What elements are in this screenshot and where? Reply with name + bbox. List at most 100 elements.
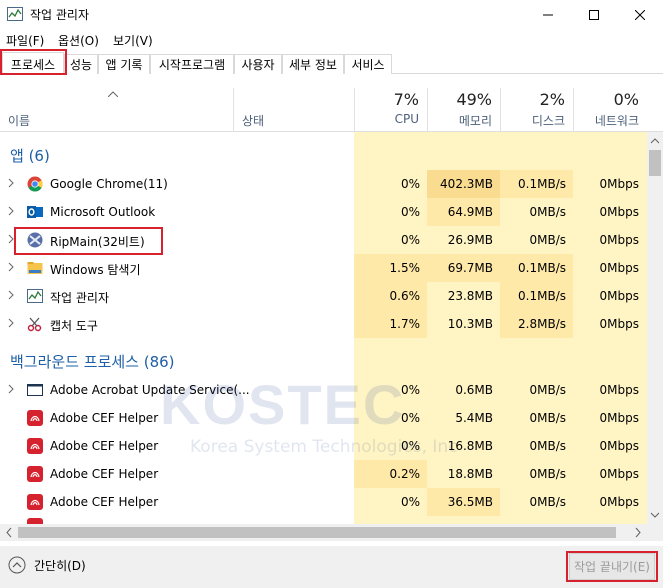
minimize-button[interactable]: [525, 0, 571, 30]
column-header: 이름 상태 7% CPU 49% 메모리 2% 디스크 0% 네트워크: [0, 88, 663, 132]
memory-value: 23.8MB: [447, 289, 493, 303]
disk-value: 0MB/s: [529, 439, 566, 453]
close-button[interactable]: [617, 0, 663, 30]
chevron-up-icon[interactable]: [108, 91, 118, 97]
network-value: 0Mbps: [599, 411, 639, 425]
task-manager-icon: [7, 7, 23, 21]
network-value: 0Mbps: [599, 289, 639, 303]
network-value: 0Mbps: [599, 205, 639, 219]
tab-details[interactable]: 세부 정보: [282, 54, 344, 74]
minimize-icon: [543, 14, 553, 16]
process-name: Microsoft Outlook: [50, 205, 156, 219]
chevron-right-icon[interactable]: [7, 205, 15, 217]
cpu-value: 0%: [400, 383, 420, 397]
process-name: Windows 탐색기: [50, 263, 141, 277]
chevron-right-icon[interactable]: [7, 317, 15, 329]
cpu-value: 0.2%: [389, 467, 421, 481]
snipping-tool-icon: [27, 317, 42, 332]
group-background: 백그라운드 프로세스 (86): [10, 353, 175, 371]
chevron-right-icon[interactable]: [7, 261, 15, 273]
chevron-right-icon[interactable]: [7, 289, 15, 301]
process-name: Adobe CEF Helper: [50, 439, 159, 453]
adobe-cef-icon: [27, 494, 43, 510]
vertical-scrollbar[interactable]: [647, 132, 663, 524]
process-name: Adobe CEF Helper: [50, 495, 159, 509]
horizontal-scrollbar[interactable]: [0, 524, 647, 541]
highlight-end-task: [566, 551, 658, 582]
table-row[interactable]: Adobe CEF Helper 0.2% 18.8MB 0MB/s 0Mbps: [0, 460, 647, 488]
disk-value: 0MB/s: [529, 383, 566, 397]
memory-value: 18.8MB: [447, 467, 493, 481]
cpu-value: 0%: [400, 411, 420, 425]
process-name: Google Chrome(11): [50, 177, 168, 191]
disk-value: 0MB/s: [529, 411, 566, 425]
tab-app-history[interactable]: 앱 기록: [98, 54, 150, 74]
table-row[interactable]: Adobe CEF Helper 0% 36.5MB 0MB/s 0Mbps: [0, 488, 647, 516]
memory-value: 64.9MB: [447, 205, 493, 219]
column-disk: 디스크: [531, 114, 565, 128]
column-disk-header[interactable]: 2% 디스크: [500, 88, 573, 132]
scroll-down-icon[interactable]: [647, 508, 663, 522]
window-title: 작업 관리자: [30, 8, 90, 22]
group-apps: 앱 (6): [10, 147, 50, 165]
cpu-value: 0.6%: [389, 289, 421, 303]
vertical-scroll-thumb[interactable]: [649, 150, 661, 176]
table-row[interactable]: Microsoft Outlook 0% 64.9MB 0MB/s 0Mbps: [0, 198, 647, 226]
fewer-details-button[interactable]: 간단히(D): [8, 556, 86, 574]
table-row[interactable]: 작업 관리자 0.6% 23.8MB 0.1MB/s 0Mbps: [0, 282, 647, 310]
maximize-button[interactable]: [571, 0, 617, 30]
column-name[interactable]: 이름: [8, 112, 30, 129]
menu-view[interactable]: 보기(V): [113, 32, 153, 49]
cpu-total: 7%: [393, 90, 419, 109]
table-row[interactable]: Google Chrome(11) 0% 402.3MB 0.1MB/s 0Mbps: [0, 170, 647, 198]
chevron-right-icon[interactable]: [7, 177, 15, 189]
highlight-processes-tab: [0, 49, 67, 75]
memory-value: 36.5MB: [447, 495, 493, 509]
bottom-bar: 간단히(D) 작업 끝내기(E): [0, 546, 663, 588]
tab-users[interactable]: 사용자: [234, 54, 282, 74]
table-row[interactable]: 캡처 도구 1.7% 10.3MB 2.8MB/s 0Mbps: [0, 310, 647, 338]
disk-value: 0.1MB/s: [518, 177, 566, 191]
disk-value: 0MB/s: [529, 233, 566, 247]
memory-value: 10.3MB: [447, 317, 493, 331]
column-network-header[interactable]: 0% 네트워크: [573, 88, 647, 132]
menu-options[interactable]: 옵션(O): [58, 32, 99, 49]
disk-value: 0.1MB/s: [518, 289, 566, 303]
table-row[interactable]: Adobe CEF Helper 0% 5.4MB 0MB/s 0Mbps: [0, 404, 647, 432]
menu-file[interactable]: 파일(F): [6, 32, 44, 49]
disk-value: 0MB/s: [529, 495, 566, 509]
adobe-cef-icon: [27, 410, 43, 426]
memory-value: 5.4MB: [455, 411, 493, 425]
column-memory-header[interactable]: 49% 메모리: [427, 88, 500, 132]
table-row[interactable]: Adobe Acrobat Update Service(... 0% 0.6MB 0…: [0, 376, 647, 404]
horizontal-scroll-thumb[interactable]: [18, 527, 616, 538]
scroll-left-icon[interactable]: [2, 524, 16, 541]
tab-strip: 프로세스 성능 앱 기록 시작프로그램 사용자 세부 정보 서비스: [0, 52, 663, 75]
chevron-right-icon[interactable]: [7, 383, 15, 395]
table-row[interactable]: [0, 516, 647, 524]
task-manager-icon: [27, 289, 43, 303]
chrome-icon: [27, 176, 43, 192]
highlight-ripmain: [14, 227, 163, 255]
scroll-corner: [647, 524, 663, 541]
process-name: 캡처 도구: [50, 319, 98, 333]
cpu-value: 0%: [400, 439, 420, 453]
scroll-right-icon[interactable]: [631, 524, 645, 541]
network-value: 0Mbps: [599, 177, 639, 191]
cpu-value: 1.5%: [389, 261, 421, 275]
cpu-value: 0%: [400, 205, 420, 219]
tab-performance[interactable]: 성능: [64, 54, 98, 74]
column-cpu-header[interactable]: 7% CPU: [354, 88, 427, 132]
network-value: 0Mbps: [599, 467, 639, 481]
table-row[interactable]: Windows 탐색기 1.5% 69.7MB 0.1MB/s 0Mbps: [0, 254, 647, 282]
tab-services[interactable]: 서비스: [344, 54, 392, 74]
cpu-value: 0%: [400, 177, 420, 191]
column-memory: 메모리: [458, 114, 492, 128]
table-row[interactable]: Adobe CEF Helper 0% 16.8MB 0MB/s 0Mbps: [0, 432, 647, 460]
title-bar: 작업 관리자: [0, 0, 663, 30]
disk-value: 0MB/s: [529, 467, 566, 481]
column-status-header[interactable]: 상태: [233, 88, 354, 132]
scroll-up-icon[interactable]: [647, 134, 663, 148]
tab-startup[interactable]: 시작프로그램: [150, 54, 234, 74]
column-network: 네트워크: [594, 114, 639, 128]
